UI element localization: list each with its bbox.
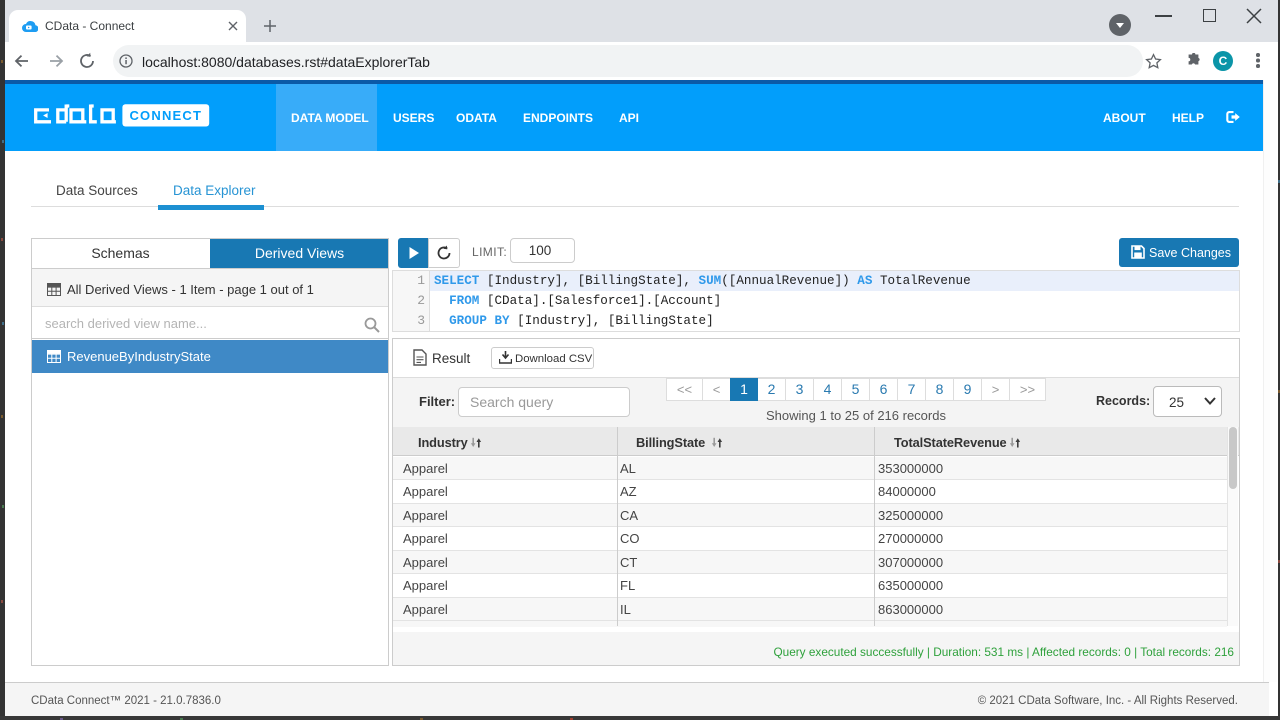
svg-text:CONNECT: CONNECT [129,108,202,123]
